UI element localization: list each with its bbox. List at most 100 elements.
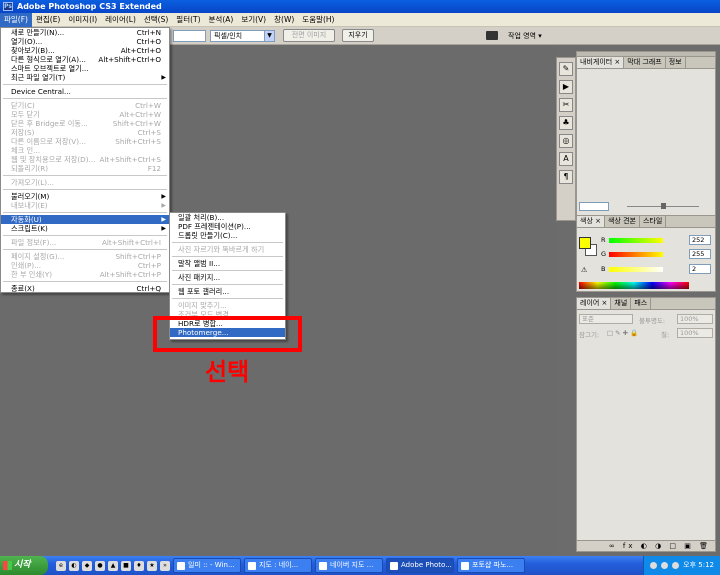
- menu-item[interactable]: 종료(X) Ctrl+Q: [1, 284, 169, 293]
- taskbar-window-button[interactable]: 일미 :: - Win...: [173, 558, 241, 573]
- menu-item[interactable]: 일괄 처리(B)...: [170, 213, 285, 222]
- tab-channels[interactable]: 채널: [611, 298, 632, 309]
- taskbar-button-label: 일미 :: - Win...: [188, 561, 235, 569]
- character-icon[interactable]: A: [559, 152, 573, 166]
- menu-item[interactable]: 되돌리기(R) F12: [1, 164, 169, 173]
- tab-layers[interactable]: 레이어 ×: [577, 298, 612, 309]
- quicklaunch-icon[interactable]: ◐: [69, 560, 79, 571]
- tab-histogram[interactable]: 막대 그래프: [624, 57, 666, 68]
- menu-item[interactable]: PDF 프레젠테이션(P)...: [170, 222, 285, 231]
- menu-item[interactable]: 편집(E): [32, 13, 64, 27]
- quicklaunch-icon[interactable]: ★: [147, 560, 157, 571]
- tray-icon[interactable]: [672, 562, 680, 569]
- red-value[interactable]: 252: [689, 235, 711, 245]
- menu-item[interactable]: 닫기(C) Ctrl+W: [1, 101, 169, 110]
- menu-item[interactable]: 보기(V): [237, 13, 270, 27]
- blend-mode-select[interactable]: 표준: [579, 314, 633, 324]
- menu-item[interactable]: 스크립트(K) ▶: [1, 224, 169, 233]
- paragraph-icon[interactable]: ¶: [559, 170, 573, 184]
- taskbar-window-button[interactable]: Adobe Photo...: [386, 558, 454, 573]
- layers-comp-icon[interactable]: ◎: [559, 134, 573, 148]
- menu-item[interactable]: 자동화(U) ▶: [1, 215, 169, 224]
- taskbar-window-button[interactable]: 네이버 지도 ...: [315, 558, 383, 573]
- camera-icon[interactable]: [486, 31, 498, 40]
- menu-item[interactable]: 모두 닫기 Alt+Ctrl+W: [1, 110, 169, 119]
- quicklaunch-icon[interactable]: ◆: [82, 560, 92, 571]
- lock-icons[interactable]: □✎✚🔒: [607, 329, 640, 337]
- quicklaunch-icon[interactable]: »: [160, 560, 170, 571]
- tab-styles[interactable]: 스타일: [640, 216, 667, 227]
- menu-item[interactable]: 저장(S) Ctrl+S: [1, 128, 169, 137]
- blue-value[interactable]: 2: [689, 264, 711, 274]
- resolution-unit-select[interactable]: 픽셀/인치 ▼: [210, 30, 275, 42]
- resolution-input[interactable]: [173, 30, 206, 42]
- menu-item[interactable]: 최근 파일 열기(T) ▶: [1, 73, 169, 82]
- menu-item[interactable]: 체크 인...: [1, 146, 169, 155]
- menu-item[interactable]: 파일 정보(F)... Alt+Shift+Ctrl+I: [1, 238, 169, 247]
- color-spectrum[interactable]: [579, 282, 689, 289]
- tab-swatches[interactable]: 색상 견본: [605, 216, 640, 227]
- quicklaunch-icon[interactable]: ♦: [134, 560, 144, 571]
- menu-item[interactable]: 파일(F): [0, 12, 32, 27]
- tray-icon[interactable]: [661, 562, 669, 569]
- menu-item[interactable]: 레이어(L): [101, 13, 140, 27]
- clear-button[interactable]: 지우기: [342, 29, 374, 42]
- layers-bottom-toolbar[interactable]: ∞ fx ◐ ◑ □ ▣ 🗑: [577, 540, 715, 551]
- tab-info[interactable]: 정보: [666, 57, 686, 68]
- menu-item[interactable]: 페이지 설정(G)... Shift+Ctrl+P: [1, 252, 169, 261]
- menu-item[interactable]: 내보내기(E) ▶: [1, 201, 169, 210]
- menu-item[interactable]: Device Central...: [1, 87, 169, 96]
- start-button[interactable]: 시작: [0, 556, 48, 575]
- play-icon[interactable]: ▶: [559, 80, 573, 94]
- menu-item[interactable]: 다른 형식으로 열기(A)... Alt+Shift+Ctrl+O: [1, 55, 169, 64]
- quicklaunch-icon[interactable]: ●: [95, 560, 105, 571]
- menu-item[interactable]: 분석(A): [205, 13, 238, 27]
- taskbar-window-button[interactable]: 지도 : 네이...: [244, 558, 312, 573]
- menu-item[interactable]: 이미지(I): [64, 13, 101, 27]
- menu-item[interactable]: 드롭릿 만들기(C)...: [170, 231, 285, 240]
- green-slider[interactable]: [609, 252, 663, 257]
- taskbar-window-button[interactable]: 포토샵 파노...: [457, 558, 525, 573]
- menu-item[interactable]: 다른 이름으로 저장(V)... Shift+Ctrl+S: [1, 137, 169, 146]
- tools-icon[interactable]: ✂: [559, 98, 573, 112]
- zoom-slider-knob[interactable]: [661, 203, 666, 209]
- menu-item[interactable]: 웹 포토 갤러리...: [170, 287, 285, 296]
- quicklaunch-icon[interactable]: e: [56, 560, 66, 571]
- menu-item[interactable]: 불러오기(M) ▶: [1, 192, 169, 201]
- tab-color[interactable]: 색상 ×: [577, 216, 605, 227]
- menu-item[interactable]: 찾아보기(B)... Alt+Ctrl+O: [1, 46, 169, 55]
- foreground-color-swatch[interactable]: [579, 237, 591, 249]
- menu-item[interactable]: 이미지 맞추기...: [170, 301, 285, 310]
- brush-icon[interactable]: ✎: [559, 62, 573, 76]
- opacity-input[interactable]: 100%: [677, 314, 713, 324]
- zoom-input[interactable]: [579, 202, 609, 211]
- fill-input[interactable]: 100%: [677, 328, 713, 338]
- menu-separator: [3, 189, 167, 190]
- menu-item[interactable]: 한 부 인쇄(Y) Alt+Shift+Ctrl+P: [1, 270, 169, 279]
- menu-item[interactable]: 필터(T): [172, 13, 204, 27]
- menu-item[interactable]: 말착 앨범 II...: [170, 259, 285, 268]
- quicklaunch-icon[interactable]: ▲: [108, 560, 118, 571]
- tab-paths[interactable]: 패스: [631, 298, 652, 309]
- menu-item[interactable]: 가져오기(L)...: [1, 178, 169, 187]
- menu-item[interactable]: 사진 자르기와 똑바르게 하기: [170, 245, 285, 254]
- quicklaunch-icon[interactable]: ■: [121, 560, 131, 571]
- menu-item[interactable]: 선택(S): [140, 13, 172, 27]
- blue-slider[interactable]: [609, 267, 663, 272]
- tab-navigator[interactable]: 내비게이터 ×: [577, 57, 625, 68]
- menu-item[interactable]: 열기(O)... Ctrl+O: [1, 37, 169, 46]
- front-image-button[interactable]: 전면 이미지: [283, 29, 335, 42]
- stamp-icon[interactable]: ♣: [559, 116, 573, 130]
- menu-item[interactable]: 닫은 후 Bridge로 이동... Shift+Ctrl+W: [1, 119, 169, 128]
- menu-item[interactable]: 창(W): [270, 13, 298, 27]
- menu-item[interactable]: 도움말(H): [298, 13, 338, 27]
- menu-item[interactable]: 스마트 오브젝트로 열기...: [1, 64, 169, 73]
- menu-item[interactable]: 인쇄(P)... Ctrl+P: [1, 261, 169, 270]
- green-value[interactable]: 255: [689, 249, 711, 259]
- menu-item[interactable]: 웹 및 장치용으로 저장(D)... Alt+Shift+Ctrl+S: [1, 155, 169, 164]
- workspace-menu[interactable]: 작업 영역 ▾: [508, 30, 542, 42]
- tray-icon[interactable]: [650, 562, 658, 569]
- red-slider[interactable]: [609, 238, 663, 243]
- menu-item[interactable]: 사진 패키지...: [170, 273, 285, 282]
- menu-item[interactable]: 새로 만들기(N)... Ctrl+N: [1, 28, 169, 37]
